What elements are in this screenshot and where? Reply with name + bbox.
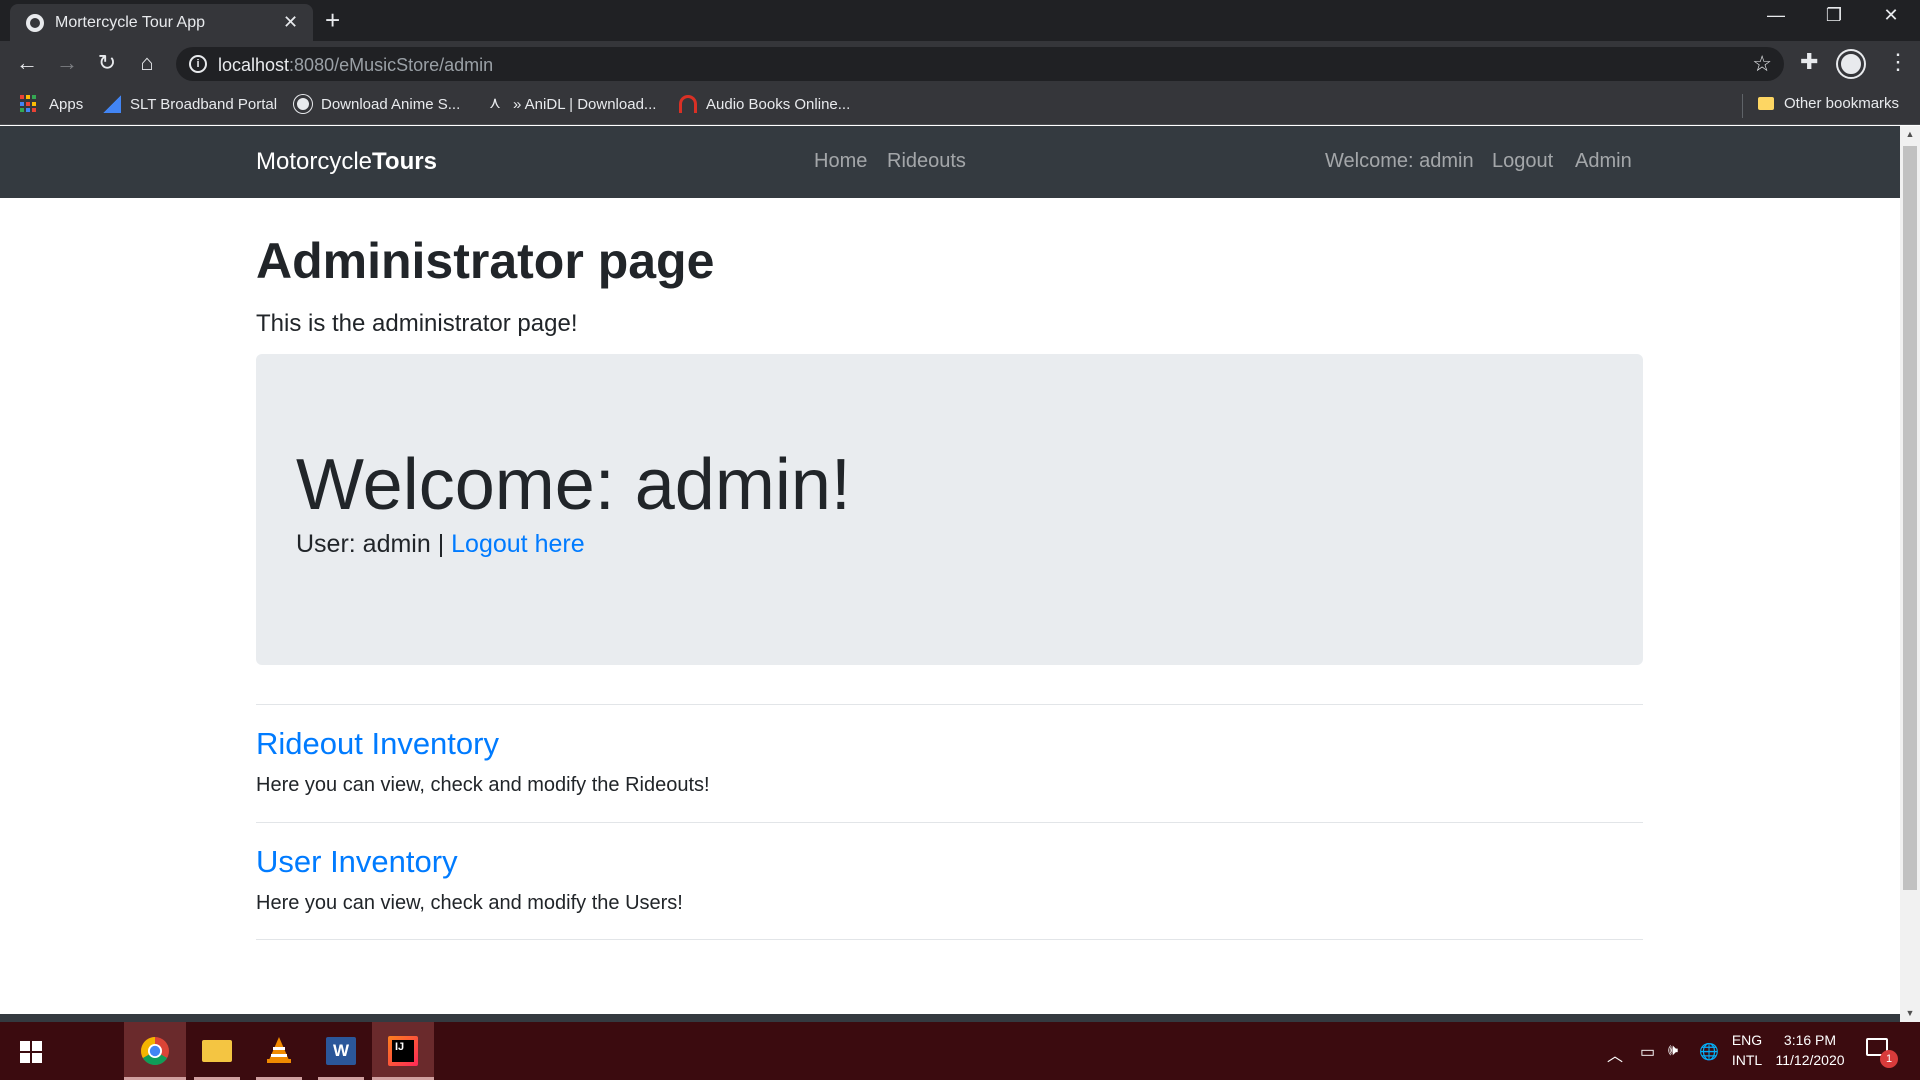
home-icon[interactable]: ⌂ [132, 50, 162, 76]
site-navbar: MotorcycleTours Home Rideouts Welcome: a… [0, 126, 1900, 198]
url-host: localhost [218, 55, 290, 75]
user-label: User: admin | [296, 530, 452, 558]
restore-button[interactable]: ❐ [1814, 5, 1854, 26]
bookmark-anime[interactable]: Download Anime S... [294, 95, 460, 113]
page-title: Administrator page [256, 233, 715, 289]
minimize-button[interactable]: — [1756, 5, 1796, 26]
new-tab-button[interactable]: + [325, 6, 340, 34]
vlc-icon [267, 1037, 291, 1063]
scroll-down-arrow-icon[interactable]: ▼ [1900, 1005, 1920, 1022]
chrome-icon [141, 1037, 169, 1065]
site-info-icon[interactable]: i [189, 55, 207, 73]
browser-toolbar: ← → ↻ ⌂ i localhost:8080/eMusicStore/adm… [0, 41, 1920, 87]
bookmark-audiobooks[interactable]: Audio Books Online... [679, 95, 850, 113]
notification-count-badge: 1 [1880, 1050, 1898, 1068]
taskbar-clock[interactable]: 3:16 PM 11/12/2020 [1768, 1030, 1852, 1070]
volume-icon[interactable]: 🕪 [1668, 1042, 1678, 1060]
site-brand[interactable]: MotorcycleTours [256, 148, 437, 176]
nav-rideouts-link[interactable]: Rideouts [887, 150, 966, 173]
scroll-up-arrow-icon[interactable]: ▲ [1900, 126, 1920, 143]
file-explorer-icon [202, 1040, 232, 1062]
other-bookmarks[interactable]: Other bookmarks [1758, 95, 1899, 112]
rideout-inventory-link[interactable]: Rideout Inventory [256, 726, 499, 762]
bookmark-star-icon[interactable]: ☆ [1752, 51, 1772, 77]
nav-home-link[interactable]: Home [814, 150, 867, 173]
search-button[interactable] [62, 1022, 162, 1080]
divider [256, 939, 1643, 940]
user-inventory-link[interactable]: User Inventory [256, 844, 458, 880]
nav-logout-link[interactable]: Logout [1492, 150, 1553, 173]
bookmarks-bar: Apps SLT Broadband Portal Download Anime… [0, 87, 1920, 125]
intellij-icon: IJ [388, 1036, 418, 1066]
reload-icon[interactable]: ↻ [92, 50, 122, 76]
taskbar-vlc[interactable] [248, 1022, 310, 1080]
tab-close-icon[interactable]: ✕ [283, 12, 298, 32]
taskbar-chrome[interactable] [124, 1022, 186, 1080]
page-scrollbar[interactable]: ▲ ▼ [1900, 126, 1920, 1022]
browser-menu-icon[interactable]: ⋮ [1887, 49, 1909, 75]
scroll-thumb[interactable] [1903, 146, 1917, 890]
bookmark-label: Audio Books Online... [706, 95, 851, 113]
battery-icon[interactable]: ▭ [1640, 1042, 1655, 1062]
headphones-icon [679, 95, 697, 113]
start-button[interactable] [0, 1022, 62, 1080]
taskbar-file-explorer[interactable] [186, 1022, 248, 1080]
show-hidden-icons-chevron-icon[interactable]: ︿ [1607, 1042, 1623, 1066]
close-window-button[interactable]: ✕ [1871, 5, 1911, 26]
tab-title: Mortercycle Tour App [55, 14, 205, 31]
user-line: User: admin | Logout here [296, 530, 585, 559]
other-bookmarks-label: Other bookmarks [1784, 95, 1900, 112]
back-arrow-icon[interactable]: ← [12, 50, 42, 76]
extensions-puzzle-icon[interactable]: ✚ [1800, 49, 1818, 75]
bookmarks-divider [1742, 94, 1743, 118]
lang-top: ENG [1731, 1032, 1763, 1048]
apps-grid-icon [20, 95, 38, 113]
browser-tabstrip: Mortercycle Tour App ✕ + — ❐ ✕ [0, 0, 1920, 41]
taskbar-word[interactable]: W [310, 1022, 372, 1080]
windows-taskbar: W IJ ︿ ▭ 🕪 🌐 ENG INTL 3:16 PM 11/12/2020… [0, 1022, 1920, 1080]
page-viewport: MotorcycleTours Home Rideouts Welcome: a… [0, 126, 1900, 1022]
skull-icon [294, 95, 312, 113]
footer-strip [0, 1014, 1900, 1022]
bookmark-slt[interactable]: SLT Broadband Portal [103, 95, 277, 113]
bookmark-apps[interactable]: Apps [20, 95, 83, 113]
user-inventory-desc: Here you can view, check and modify the … [256, 892, 683, 914]
taskbar-intellij[interactable]: IJ [372, 1022, 434, 1080]
anidl-logo-icon: ⋏ [489, 95, 501, 112]
url-text: localhost:8080/eMusicStore/admin [218, 55, 493, 76]
globe-icon [26, 14, 44, 32]
profile-avatar[interactable] [1838, 51, 1864, 77]
url-path: :8080/eMusicStore/admin [289, 55, 494, 75]
clock-time: 3:16 PM [1783, 1032, 1837, 1048]
windows-logo-icon [20, 1041, 42, 1063]
welcome-jumbotron: Welcome: admin! User: admin | Logout her… [256, 354, 1643, 665]
nav-admin-link[interactable]: Admin [1575, 150, 1632, 173]
action-center-button[interactable]: 1 [1866, 1038, 1898, 1068]
network-globe-icon[interactable]: 🌐 [1699, 1042, 1719, 1062]
welcome-heading: Welcome: admin! [296, 445, 851, 525]
bookmark-label: SLT Broadband Portal [130, 95, 278, 113]
browser-tab[interactable]: Mortercycle Tour App ✕ [10, 4, 313, 41]
divider [256, 822, 1643, 823]
forward-arrow-icon[interactable]: → [52, 50, 82, 76]
word-icon: W [326, 1037, 356, 1065]
folder-icon [1758, 97, 1774, 110]
bookmark-label: » AniDL | Download... [513, 95, 657, 113]
input-language[interactable]: ENG INTL [1726, 1030, 1768, 1070]
bookmark-anidl[interactable]: ⋏ » AniDL | Download... [486, 95, 656, 113]
nav-welcome-link[interactable]: Welcome: admin [1325, 150, 1474, 173]
slt-signal-icon [103, 95, 121, 113]
brand-light: Motorcycle [256, 148, 373, 175]
logout-here-link[interactable]: Logout here [451, 530, 584, 558]
brand-bold: Tours [372, 148, 437, 175]
address-bar[interactable]: i localhost:8080/eMusicStore/admin ☆ [176, 47, 1784, 81]
bookmark-label: Apps [49, 95, 84, 113]
lang-bottom: INTL [1731, 1052, 1763, 1068]
divider [256, 704, 1643, 705]
clock-date: 11/12/2020 [1775, 1052, 1845, 1068]
bookmark-label: Download Anime S... [321, 95, 461, 113]
page-lead: This is the administrator page! [256, 310, 578, 337]
rideout-inventory-desc: Here you can view, check and modify the … [256, 774, 710, 796]
